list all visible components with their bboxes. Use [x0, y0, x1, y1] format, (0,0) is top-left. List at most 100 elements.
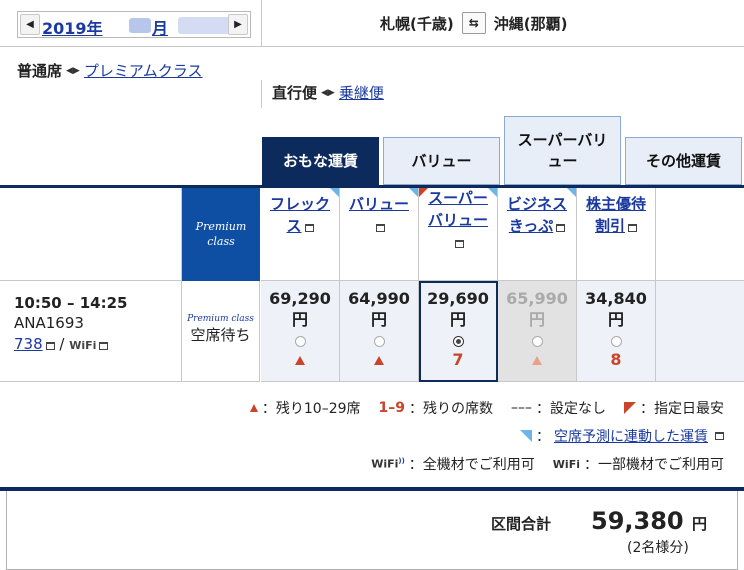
route-display: 札幌(千歳) ⇆ 沖縄(那覇)	[380, 12, 567, 34]
wifi-all-icon: WiFi))	[371, 457, 405, 471]
new-window-icon	[628, 223, 637, 232]
legend-not-set-mark: –––	[511, 400, 532, 416]
total-panel: 区間合計 59,380 円 (2名様分)	[6, 491, 738, 570]
routing-selected: 直行便	[272, 84, 318, 102]
premium-class-mini-label: Premium class	[187, 314, 254, 324]
header-divider	[261, 0, 262, 47]
linked-fare-flag-icon	[520, 430, 532, 442]
remaining-seats: 8	[610, 349, 622, 369]
few-seats-icon	[249, 404, 258, 412]
legend-few-seats: ：残り10–29席	[261, 401, 361, 417]
legend-wifi-all: ：全機材でご利用可	[408, 457, 535, 473]
linked-fare-flag-icon	[409, 188, 418, 197]
routing-connecting-link[interactable]: 乗継便	[339, 82, 384, 103]
lowest-fare-flag-icon	[419, 188, 428, 197]
total-price: 59,380 円	[591, 507, 707, 535]
toggle-arrows-icon: ◀▶	[66, 65, 80, 76]
fare-header-shareholder: 株主優待割引	[577, 188, 656, 281]
legend-row-3: WiFi)) ：全機材でご利用可 WiFi ：一部機材でご利用可	[371, 454, 724, 474]
fare-header-flex: フレックス	[261, 188, 340, 281]
total-label: 区間合計	[491, 515, 552, 533]
fare-header-business: ビジネスきっぷ	[498, 188, 577, 281]
new-window-icon	[45, 341, 55, 350]
date-selector: ◀ 2019年 月 ▶	[17, 11, 251, 38]
legend-count-range: 1–9	[378, 400, 405, 416]
premium-class-label: Premium class	[195, 220, 247, 248]
fare-link-super-value[interactable]: スーパーバリュー	[428, 188, 488, 253]
tab-main-fares[interactable]: おもな運賃	[262, 137, 379, 185]
legend-lowest: ：指定日最安	[640, 401, 724, 417]
swap-route-icon[interactable]: ⇆	[461, 12, 486, 34]
wifi-some-icon: WiFi	[552, 457, 580, 471]
destination-airport: 沖縄(那覇)	[493, 14, 568, 33]
aircraft-link[interactable]: 738	[14, 335, 43, 353]
waitlist-status: 空席待ち	[190, 326, 251, 344]
fare-header-value: バリュー	[340, 188, 419, 281]
fare-link-value[interactable]: バリュー	[349, 194, 409, 238]
cabin-selected: 普通席	[17, 62, 63, 80]
new-window-icon	[99, 341, 109, 350]
new-window-icon	[455, 239, 464, 248]
new-window-icon	[556, 223, 566, 232]
new-window-icon	[376, 223, 385, 232]
legend-row-1: ：残り10–29席 1–9 ：残りの席数 ––– ：設定なし ：指定日最安	[249, 398, 724, 418]
wifi-label: WiFi	[69, 338, 97, 352]
fare-cell-value[interactable]: 64,990 円	[340, 281, 419, 382]
linked-fare-flag-icon	[488, 188, 497, 197]
fare-cell-flex[interactable]: 69,290 円	[261, 281, 340, 382]
fare-price: 64,990 円	[348, 289, 410, 329]
fare-radio[interactable]	[373, 335, 385, 347]
new-window-icon	[715, 432, 724, 440]
next-date-button[interactable]: ▶	[228, 14, 248, 35]
lowest-fare-flag-icon	[624, 402, 636, 414]
flight-info: 10:50 – 14:25 ANA1693 738 / WiFi	[0, 281, 182, 382]
few-seats-icon	[374, 355, 384, 365]
date-year-link[interactable]: 2019年	[42, 15, 103, 39]
fare-cell-super-value[interactable]: 29,690 円 7	[419, 281, 498, 382]
fare-radio-disabled	[531, 335, 543, 347]
fare-header-empty	[656, 188, 744, 281]
cabin-selector: 普通席 ◀▶ プレミアムクラス	[17, 60, 203, 81]
legend-row-2: ： 空席予測に連動した運賃	[520, 426, 724, 446]
total-passengers: (2名様分)	[627, 540, 689, 556]
fare-cell-empty	[656, 281, 744, 382]
flight-number: ANA1693	[14, 314, 84, 333]
linked-fare-link[interactable]: 空席予測に連動した運賃	[554, 426, 708, 446]
fare-price: 69,290 円	[269, 289, 331, 329]
linked-fare-flag-icon	[330, 188, 339, 197]
routing-selector: 直行便 ◀▶ 乗継便	[272, 82, 384, 103]
prev-date-button[interactable]: ◀	[20, 14, 40, 35]
flight-time: 10:50 – 14:25	[14, 294, 128, 312]
toggle-arrows-icon: ◀▶	[321, 87, 335, 98]
fare-radio[interactable]	[610, 335, 622, 347]
linked-fare-flag-icon	[567, 188, 576, 197]
fare-cell-business: 65,990 円	[498, 281, 577, 382]
few-seats-icon	[295, 355, 305, 365]
redacted-month	[129, 18, 151, 33]
legend-count-text: ：残りの席数	[409, 401, 493, 417]
fare-price: 65,990 円	[506, 289, 568, 329]
fare-header-super-value: スーパーバリュー	[419, 188, 498, 281]
fare-radio-selected[interactable]	[452, 335, 464, 347]
legend-wifi-some: ：一部機材でご利用可	[584, 457, 724, 473]
fare-radio[interactable]	[294, 335, 306, 347]
fare-cell-shareholder[interactable]: 34,840 円 8	[577, 281, 656, 382]
fare-link-shareholder[interactable]: 株主優待割引	[584, 194, 648, 238]
selector-divider	[261, 80, 262, 108]
origin-airport: 札幌(千歳)	[380, 14, 454, 33]
tab-other-fares[interactable]: その他運賃	[625, 137, 742, 185]
grid-corner-cell	[0, 188, 182, 281]
fare-price: 29,690 円	[427, 289, 489, 329]
cabin-premium-link[interactable]: プレミアムクラス	[84, 60, 203, 81]
fare-price: 34,840 円	[585, 289, 647, 329]
fare-link-business[interactable]: ビジネスきっぷ	[507, 194, 567, 238]
few-seats-icon	[532, 355, 542, 365]
fare-link-flex[interactable]: フレックス	[269, 194, 331, 238]
tab-value[interactable]: バリュー	[383, 137, 500, 185]
header-bar: ◀ 2019年 月 ▶ 札幌(千歳) ⇆ 沖縄(那覇)	[0, 0, 744, 47]
tab-super-value[interactable]: スーパーバリュー	[504, 116, 621, 185]
legend-not-set: ：設定なし	[536, 401, 606, 417]
premium-seat-status: Premium class 空席待ち	[182, 281, 260, 382]
date-month-link[interactable]: 月	[152, 15, 168, 39]
new-window-icon	[304, 223, 314, 232]
